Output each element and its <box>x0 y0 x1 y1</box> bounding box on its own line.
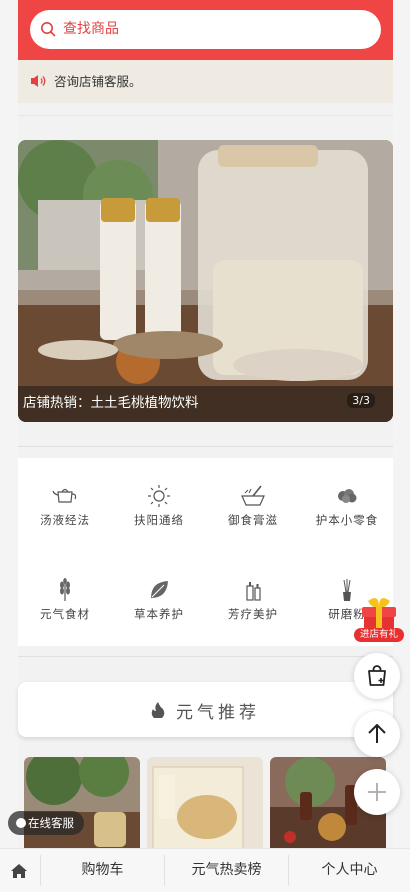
divider <box>18 656 393 657</box>
product-image <box>24 757 140 857</box>
bottom-tab-bar: 购物车 元气热卖榜 个人中心 <box>0 848 410 892</box>
search-icon <box>41 22 56 37</box>
gift-button[interactable]: 进店有礼 <box>354 595 404 643</box>
category-item[interactable]: 扶阳通络 <box>112 484 206 544</box>
sun-icon <box>148 485 170 507</box>
mortar-icon <box>241 485 265 506</box>
category-item[interactable]: 护本小零食 <box>300 484 394 544</box>
category-item[interactable]: 汤液经法 <box>18 484 112 544</box>
plus-icon <box>368 783 386 801</box>
product-card[interactable] <box>147 757 263 857</box>
category-label: 扶阳通络 <box>134 513 184 527</box>
category-label: 元气食材 <box>40 607 90 621</box>
category-item[interactable]: 草本养护 <box>112 578 206 638</box>
category-item[interactable]: 芳疗美护 <box>206 578 300 638</box>
bottles-icon <box>246 582 261 601</box>
flame-icon <box>151 702 165 718</box>
banner-image <box>18 140 393 422</box>
teapot-icon <box>52 488 77 503</box>
category-grid: 汤液经法 扶阳通络 御食膏滋 护本小零食 元气食材 草本养护 芳疗美护 研磨粉 <box>18 458 393 646</box>
category-item[interactable]: 御食膏滋 <box>206 484 300 544</box>
category-label: 御食膏滋 <box>228 513 278 527</box>
speaker-icon <box>31 75 46 87</box>
shopping-bag-icon <box>368 665 386 686</box>
category-label: 芳疗美护 <box>228 607 278 621</box>
category-item[interactable]: 元气食材 <box>18 578 112 638</box>
recommend-header: 元气推荐 <box>18 682 393 737</box>
search-input[interactable]: 查找商品 <box>30 10 381 49</box>
arrow-up-icon <box>368 724 386 743</box>
category-label: 汤液经法 <box>40 513 90 527</box>
leaf-icon <box>151 581 168 598</box>
banner-carousel[interactable]: 店铺热销：土土毛桃植物饮料 3/3 <box>18 140 393 422</box>
tab-hot[interactable]: 元气热卖榜 <box>165 849 288 892</box>
notice-bar[interactable]: 咨询店铺客服。 <box>18 60 393 103</box>
search-placeholder: 查找商品 <box>63 21 119 37</box>
banner-pager: 3/3 <box>347 393 375 408</box>
chat-bubble-icon <box>16 818 26 828</box>
category-label: 草本养护 <box>134 607 184 621</box>
cart-float-button[interactable] <box>354 653 400 699</box>
gift-label: 进店有礼 <box>359 629 398 640</box>
search-bar: 查找商品 <box>18 0 393 60</box>
tab-home[interactable] <box>0 849 40 892</box>
scroll-top-button[interactable] <box>354 711 400 757</box>
divider <box>18 446 393 447</box>
tab-cart[interactable]: 购物车 <box>41 849 164 892</box>
product-image <box>147 757 263 857</box>
chat-label: 在线客服 <box>28 816 74 830</box>
category-label: 护本小零食 <box>315 513 379 527</box>
product-card[interactable] <box>24 757 140 857</box>
shop-page: 查找商品 咨询店铺客服。 店铺热销：土土毛桃植物饮料 3/3 汤液经法 扶阳通络… <box>18 0 393 891</box>
add-float-button[interactable] <box>354 769 400 815</box>
online-service-button[interactable]: 在线客服 <box>8 811 84 835</box>
wheat-icon <box>60 578 70 601</box>
home-icon <box>11 864 27 878</box>
banner-caption: 店铺热销：土土毛桃植物饮料 <box>23 395 199 411</box>
snack-icon <box>338 489 357 503</box>
tab-me[interactable]: 个人中心 <box>289 849 410 892</box>
recommend-title: 元气推荐 <box>176 703 260 723</box>
divider <box>18 103 393 116</box>
notice-text: 咨询店铺客服。 <box>54 74 142 89</box>
